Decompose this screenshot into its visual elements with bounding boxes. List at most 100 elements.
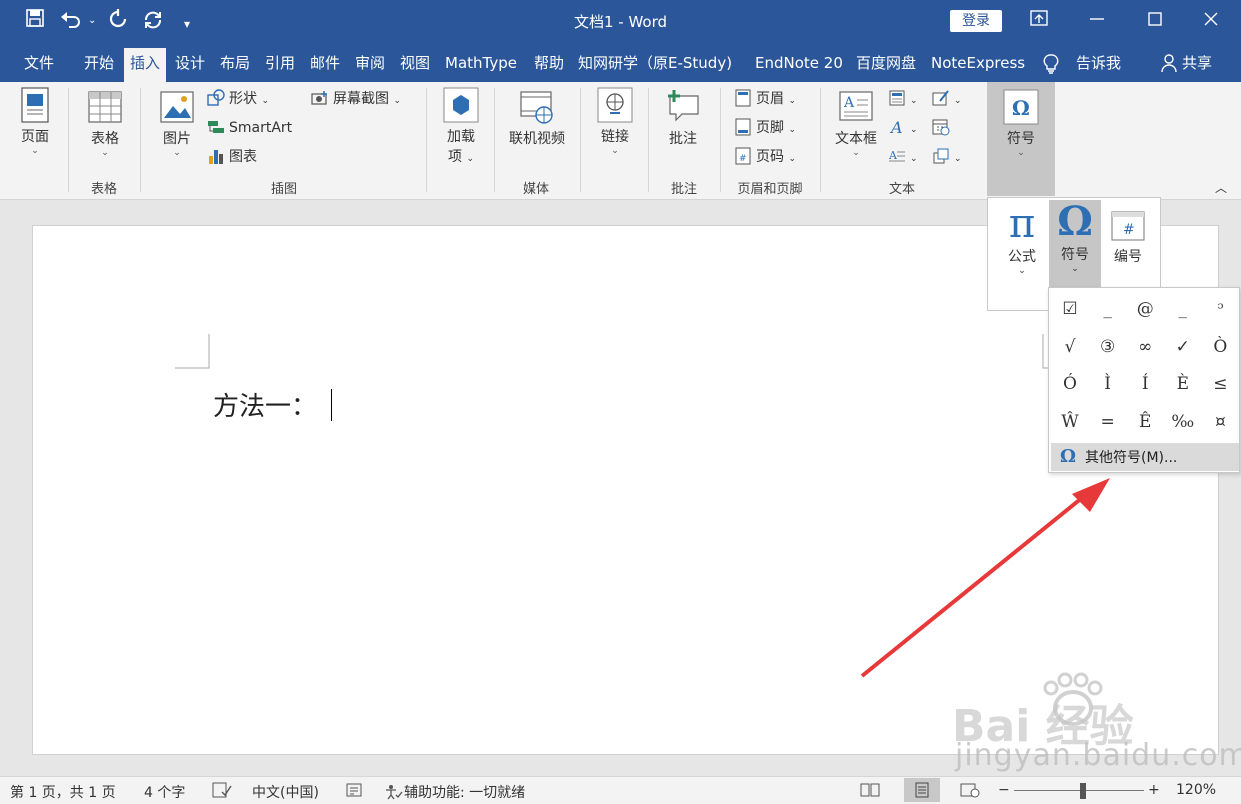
quick-parts-button[interactable]: ⌄ — [888, 89, 918, 111]
comment-button[interactable]: 批注 — [662, 88, 704, 148]
zoom-slider-track[interactable] — [1014, 790, 1144, 791]
symbol-cell[interactable]: ‰ — [1164, 403, 1202, 441]
pages-button[interactable]: 页面 ⌄ — [14, 86, 56, 156]
number-button[interactable]: # 编号 — [1102, 202, 1154, 288]
tab-baidu-netdisk[interactable]: 百度网盘 — [856, 52, 916, 82]
tell-me-search[interactable]: 告诉我 — [1076, 52, 1121, 82]
tab-mailings[interactable]: 邮件 — [310, 52, 340, 82]
zoom-slider-thumb[interactable] — [1080, 783, 1086, 799]
chevron-down-icon: ⌄ — [173, 148, 181, 158]
symbol-cell[interactable]: ᵓ — [1201, 290, 1239, 328]
shapes-button[interactable]: 形状 ⌄ — [207, 89, 269, 111]
addins-button[interactable]: 加载 项 ⌄ — [440, 86, 482, 166]
tab-estudy[interactable]: 知网研学（原E-Study) — [578, 52, 732, 82]
accessibility-status[interactable]: 辅助功能: 一切就绪 — [384, 782, 525, 802]
proofing-icon[interactable] — [212, 782, 232, 802]
tab-insert[interactable]: 插入 — [124, 48, 167, 82]
smartart-icon — [207, 118, 225, 136]
chart-button[interactable]: 图表 — [207, 147, 257, 167]
chevron-down-icon: ⌄ — [910, 125, 918, 135]
symbol-cell[interactable]: ∞ — [1126, 328, 1164, 366]
signature-icon — [932, 89, 950, 107]
close-icon[interactable] — [1196, 8, 1226, 34]
symbol-cell[interactable]: _ — [1164, 290, 1202, 328]
symbol-cell[interactable]: ✓ — [1164, 328, 1202, 366]
collapse-ribbon-icon[interactable]: ︿ — [1215, 178, 1227, 198]
signature-line-button[interactable]: ⌄ — [932, 89, 962, 111]
textbox-button[interactable]: A 文本框 ⌄ — [832, 88, 880, 158]
tab-review[interactable]: 审阅 — [355, 52, 385, 82]
tab-mathtype[interactable]: MathType — [445, 52, 517, 82]
page-number-button[interactable]: # 页码 ⌄ — [734, 147, 796, 169]
page-count-status[interactable]: 第 1 页，共 1 页 — [10, 782, 116, 802]
symbol-cell[interactable]: ③ — [1089, 328, 1127, 366]
symbol-cell[interactable]: ☑ — [1051, 290, 1089, 328]
group-divider — [140, 88, 141, 192]
symbol-cell[interactable]: Ì — [1089, 365, 1127, 403]
macro-icon[interactable] — [346, 782, 364, 802]
smartart-button[interactable]: SmartArt — [207, 118, 292, 138]
object-button[interactable]: ⌄ — [932, 147, 962, 169]
symbol-cell[interactable]: Ê — [1126, 403, 1164, 441]
symbol-cell[interactable]: ¤ — [1201, 403, 1239, 441]
web-layout-icon[interactable] — [960, 782, 980, 802]
symbol-button[interactable]: Ω 符号 ⌄ — [1049, 200, 1101, 288]
read-mode-icon[interactable] — [860, 782, 880, 802]
chevron-down-icon: ⌄ — [852, 148, 860, 158]
picture-button[interactable]: 图片 ⌄ — [156, 88, 198, 158]
tab-home[interactable]: 开始 — [84, 52, 114, 82]
language-status[interactable]: 中文(中国) — [252, 782, 319, 802]
calendar-icon — [932, 118, 950, 136]
print-layout-icon[interactable] — [904, 778, 940, 802]
online-video-button[interactable]: 联机视频 — [506, 88, 568, 148]
minimize-icon[interactable] — [1082, 8, 1112, 34]
symbol-cell[interactable]: ≤ — [1201, 365, 1239, 403]
table-button[interactable]: 表格 ⌄ — [84, 88, 126, 158]
symbol-cell[interactable]: √ — [1051, 328, 1089, 366]
svg-text:Ω: Ω — [1012, 96, 1030, 120]
symbol-label: 符号 — [1061, 247, 1089, 263]
tab-noteexpress[interactable]: NoteExpress — [931, 52, 1025, 82]
more-symbols-button[interactable]: Ω 其他符号(M)... — [1051, 443, 1239, 471]
symbols-group-button[interactable]: Ω 符号 ⌄ — [987, 82, 1055, 196]
table-label: 表格 — [91, 131, 119, 147]
login-button[interactable]: 登录 — [950, 10, 1002, 32]
word-window: ⌄ ▾ 文档1 - Word 登录 文件 开始 插入 设计 布局 引用 邮件 审 — [0, 0, 1241, 804]
tab-file[interactable]: 文件 — [24, 52, 54, 82]
symbol-cell[interactable]: Í — [1126, 365, 1164, 403]
link-button[interactable]: 链接 ⌄ — [594, 86, 636, 156]
tab-references[interactable]: 引用 — [265, 52, 295, 82]
share-button[interactable]: 共享 — [1182, 52, 1212, 82]
symbol-cell[interactable]: Ó — [1051, 365, 1089, 403]
tab-help[interactable]: 帮助 — [534, 52, 564, 82]
tab-layout[interactable]: 布局 — [220, 52, 250, 82]
title-bar: ⌄ ▾ 文档1 - Word 登录 — [0, 0, 1241, 44]
lightbulb-icon[interactable] — [1042, 53, 1060, 83]
header-button[interactable]: 页眉 ⌄ — [734, 89, 796, 111]
symbol-cell[interactable]: Ò — [1201, 328, 1239, 366]
symbol-cell[interactable]: Ŵ — [1051, 403, 1089, 441]
screenshot-button[interactable]: 屏幕截图 ⌄ — [311, 89, 401, 111]
date-time-button[interactable] — [932, 118, 954, 138]
maximize-icon[interactable] — [1140, 8, 1170, 34]
ribbon-display-icon[interactable] — [1024, 8, 1054, 34]
footer-button[interactable]: 页脚 ⌄ — [734, 118, 796, 140]
wordart-button[interactable]: A ⌄ — [888, 118, 918, 140]
user-icon[interactable] — [1160, 53, 1178, 83]
symbol-cell[interactable]: @ — [1126, 290, 1164, 328]
symbol-cell[interactable]: _ — [1089, 290, 1127, 328]
symbol-cell[interactable]: = — [1089, 403, 1127, 441]
zoom-in-button[interactable]: + — [1148, 782, 1160, 798]
group-divider — [494, 88, 495, 192]
tab-endnote[interactable]: EndNote 20 — [755, 52, 843, 82]
drop-cap-button[interactable]: A ⌄ — [888, 147, 918, 169]
zoom-out-button[interactable]: − — [998, 782, 1010, 798]
tab-design[interactable]: 设计 — [175, 52, 205, 82]
chevron-down-icon: ⌄ — [101, 148, 109, 158]
symbol-cell[interactable]: È — [1164, 365, 1202, 403]
tab-view[interactable]: 视图 — [400, 52, 430, 82]
zoom-level[interactable]: 120% — [1176, 782, 1216, 798]
document-body-text[interactable]: 方法一： — [213, 386, 333, 423]
word-count-status[interactable]: 4 个字 — [144, 782, 185, 802]
equation-button[interactable]: π 公式 ⌄ — [996, 202, 1048, 288]
